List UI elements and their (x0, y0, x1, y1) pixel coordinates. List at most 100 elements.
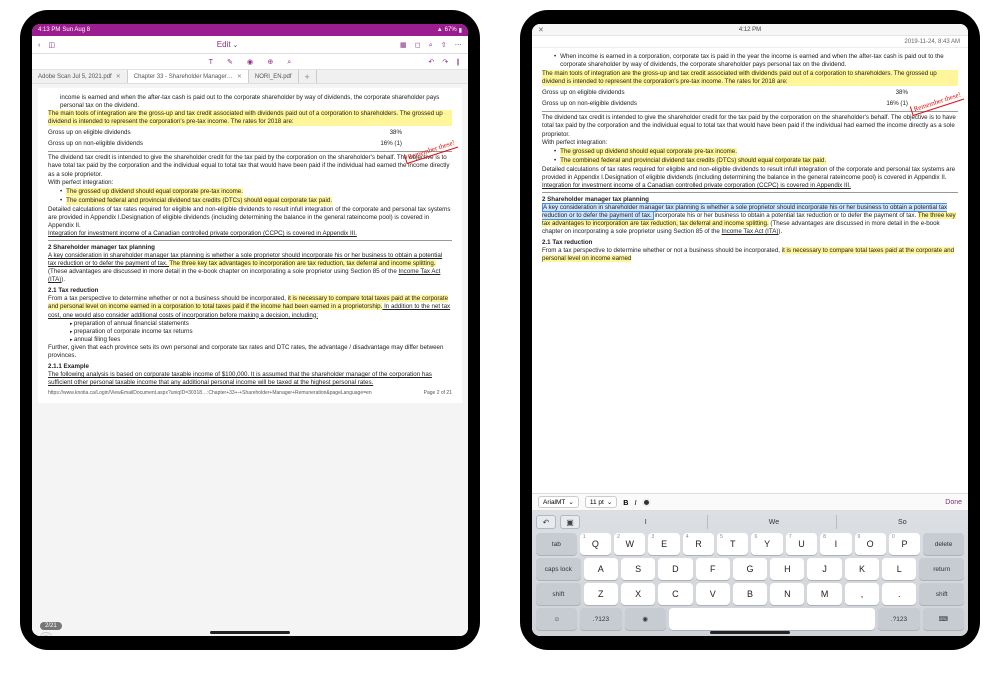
space-key[interactable] (669, 608, 876, 630)
key[interactable]: , (845, 583, 879, 605)
italic-button[interactable]: I (634, 498, 636, 507)
search-icon[interactable]: ⌕ (429, 40, 433, 50)
thumbnail-button[interactable]: ▭ (40, 632, 52, 636)
bookmark-icon[interactable]: ◻ (415, 40, 421, 49)
page: income is earned and when the after-tax … (38, 88, 462, 403)
key[interactable]: S (621, 558, 655, 580)
section-heading: 2 Shareholder manager tax planning (48, 244, 452, 252)
key[interactable]: G (733, 558, 767, 580)
redo-icon[interactable]: ↷ (442, 57, 448, 66)
tab-1[interactable]: Chapter 33 - Shareholder Manager… ✕ (128, 70, 249, 83)
undo-key[interactable]: ↶ (536, 515, 556, 529)
clipboard-key[interactable]: ▣ (560, 515, 580, 529)
color-swatch[interactable] (642, 498, 651, 507)
more-icon[interactable]: ⋯ (455, 40, 462, 49)
link-icon[interactable]: ⌕ (287, 57, 291, 67)
key[interactable]: F (696, 558, 730, 580)
stamp-icon[interactable]: ⊕ (267, 57, 273, 66)
share-icon[interactable]: ⇧ (441, 40, 447, 49)
numeric-key[interactable]: .?123 (878, 608, 919, 630)
undo-icon[interactable]: ↶ (428, 57, 434, 66)
size-select[interactable]: 11 pt⌄ (585, 496, 617, 508)
mic-key[interactable]: ◉ (625, 608, 666, 630)
key[interactable]: 0P (889, 533, 920, 555)
key[interactable]: . (882, 583, 916, 605)
key[interactable]: 9O (855, 533, 886, 555)
key[interactable]: 3E (648, 533, 679, 555)
suggestion[interactable]: We (712, 515, 836, 529)
status-bar: 4:13 PM Sun Aug 8 ▲ 67% ▮ (32, 24, 468, 36)
document-viewport[interactable]: •When income is earned in a corporation,… (532, 48, 968, 493)
section-heading: 2.1.1 Example (48, 363, 452, 371)
highlight: The grossed up dividend should equal cor… (560, 148, 737, 156)
home-indicator[interactable] (710, 631, 790, 634)
emoji-key[interactable]: ☺ (536, 608, 577, 630)
key[interactable]: B (733, 583, 767, 605)
tab-add[interactable]: + (299, 70, 317, 83)
delete-key[interactable]: delete (923, 533, 964, 555)
key[interactable]: C (658, 583, 692, 605)
grid-icon[interactable]: ▦ (400, 40, 407, 49)
done-button[interactable]: Done (945, 499, 962, 506)
key[interactable]: V (696, 583, 730, 605)
row-label: Gross up on non-eligible dividends (48, 140, 143, 148)
return-key[interactable]: return (919, 558, 964, 580)
body-text: From a tax perspective to determine whet… (542, 247, 958, 263)
tab-2[interactable]: NORI_EN.pdf (249, 70, 299, 83)
close-icon[interactable]: ✕ (538, 26, 544, 34)
sidebar-icon[interactable]: ◫ (48, 40, 55, 49)
highlight: The grossed up dividend should equal cor… (66, 188, 243, 196)
back-icon[interactable]: ‹ (38, 40, 40, 49)
ipad-right: ✕ 4:12 PM 2019-11-24, 8:43 AM •When inco… (520, 10, 980, 650)
key[interactable]: N (770, 583, 804, 605)
document-viewport[interactable]: income is earned and when the after-tax … (32, 84, 468, 636)
key[interactable]: K (845, 558, 879, 580)
status-date: Sun Aug 8 (62, 27, 90, 33)
shift-key[interactable]: shift (536, 583, 581, 605)
key[interactable]: 5T (717, 533, 748, 555)
key[interactable]: 4R (683, 533, 714, 555)
body-text: Further, given that each province sets i… (48, 344, 452, 360)
pause-icon[interactable]: ∥ (456, 57, 460, 66)
home-indicator[interactable] (210, 631, 290, 634)
key[interactable]: L (882, 558, 916, 580)
tab-key[interactable]: tab (536, 533, 577, 555)
key[interactable]: 2W (614, 533, 645, 555)
key[interactable]: Z (584, 583, 618, 605)
section-heading: 2.1 Tax reduction (48, 287, 452, 295)
mode-label[interactable]: Edit (217, 40, 231, 49)
text-tool-icon[interactable]: T (209, 57, 213, 66)
chevron-down-icon[interactable]: ⌄ (233, 41, 239, 49)
hide-keyboard-key[interactable]: ⌨ (923, 608, 964, 630)
close-icon[interactable]: ✕ (116, 73, 121, 80)
key[interactable]: M (807, 583, 841, 605)
bold-button[interactable]: B (623, 498, 628, 507)
key[interactable]: D (658, 558, 692, 580)
key[interactable]: 7U (786, 533, 817, 555)
key[interactable]: X (621, 583, 655, 605)
status-bar: ✕ 4:12 PM (532, 24, 968, 36)
key[interactable]: H (770, 558, 804, 580)
key[interactable]: 8I (820, 533, 851, 555)
text-selection[interactable]: A key consideration in shareholder manag… (542, 203, 947, 220)
mic-icon[interactable]: ◉ (247, 57, 253, 66)
key[interactable]: J (807, 558, 841, 580)
numeric-key[interactable]: .?123 (580, 608, 621, 630)
footer-page: Page 2 of 21 (424, 390, 452, 397)
body-text: Integration for investment income of a C… (48, 230, 452, 238)
suggestion[interactable]: I (584, 515, 708, 529)
row-value: 16% (1) (886, 100, 908, 108)
timestamp-bar: 2019-11-24, 8:43 AM (532, 36, 968, 48)
shift-key[interactable]: shift (919, 583, 964, 605)
capslock-key[interactable]: caps lock (536, 558, 581, 580)
tab-0[interactable]: Adobe Scan Jul 5, 2021.pdf ✕ (32, 70, 128, 83)
highlight: The combined federal and provincial divi… (66, 197, 332, 205)
signature-icon[interactable]: ✎ (227, 57, 233, 66)
key[interactable]: 6Y (751, 533, 782, 555)
close-icon[interactable]: ✕ (237, 73, 242, 80)
body-text: From a tax perspective to determine whet… (48, 295, 452, 319)
font-select[interactable]: ArialMT⌄ (538, 496, 579, 508)
key[interactable]: A (584, 558, 618, 580)
key[interactable]: 1Q (580, 533, 611, 555)
suggestion[interactable]: So (841, 515, 964, 529)
